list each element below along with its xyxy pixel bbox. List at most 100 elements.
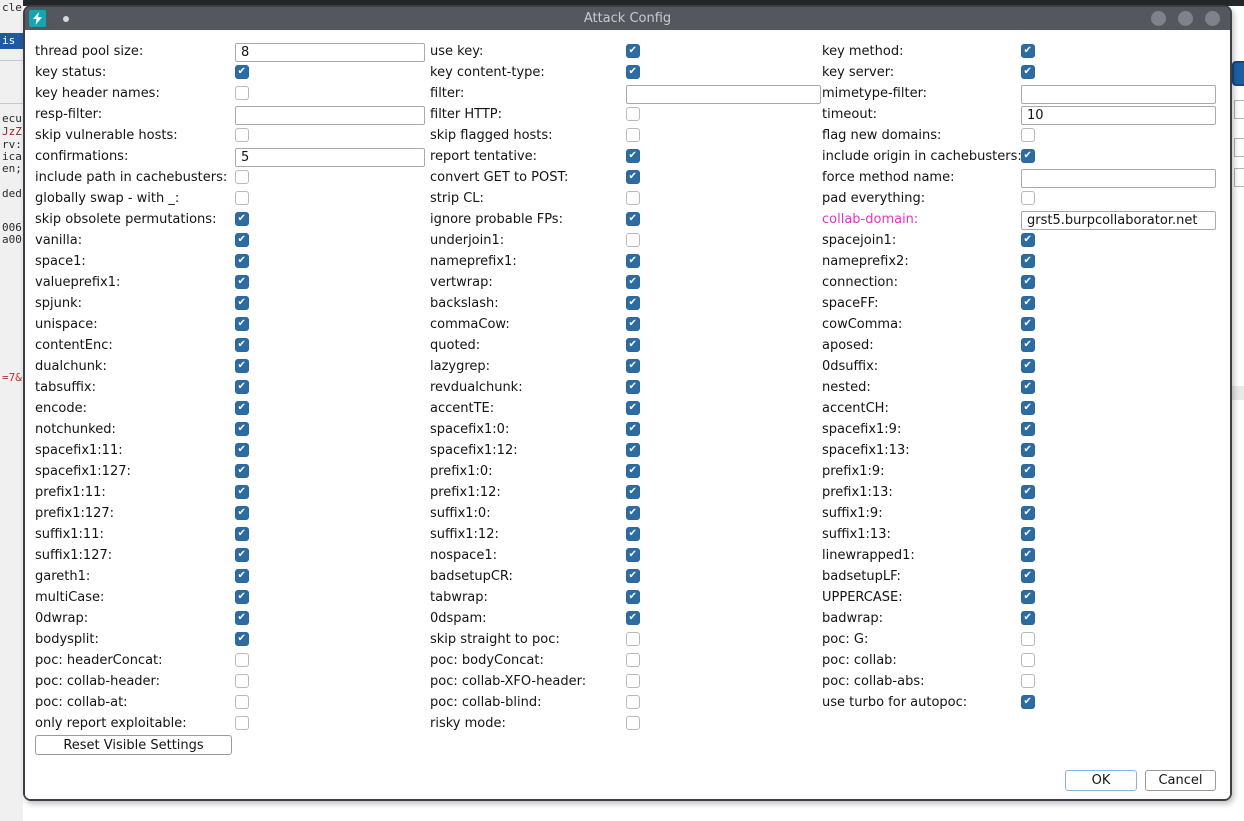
prefix1-0-checkbox[interactable]: [626, 464, 640, 478]
use-turbo-for-autopoc-checkbox[interactable]: [1021, 695, 1035, 709]
ignore-probable-fps-checkbox[interactable]: [626, 212, 640, 226]
poc-collab-checkbox[interactable]: [1021, 653, 1035, 667]
multicase-checkbox[interactable]: [235, 590, 249, 604]
report-tentative-checkbox[interactable]: [626, 149, 640, 163]
prefix1-11-checkbox[interactable]: [235, 485, 249, 499]
badwrap-checkbox[interactable]: [1021, 611, 1035, 625]
prefix1-13-checkbox[interactable]: [1021, 485, 1035, 499]
poc-collab-at-checkbox[interactable]: [235, 695, 249, 709]
ok-button[interactable]: OK: [1065, 770, 1137, 791]
globally-swap-with-checkbox[interactable]: [235, 191, 249, 205]
valueprefix1-checkbox[interactable]: [235, 275, 249, 289]
collab-domain-input[interactable]: [1021, 211, 1216, 230]
poc-collab-xfo-header-checkbox[interactable]: [626, 674, 640, 688]
minimize-button[interactable]: [1151, 11, 1166, 26]
nameprefix1-checkbox[interactable]: [626, 254, 640, 268]
include-origin-in-cachebusters-checkbox[interactable]: [1021, 149, 1035, 163]
resp-filter-input[interactable]: [235, 106, 425, 125]
reset-visible-settings-button[interactable]: Reset Visible Settings: [35, 735, 232, 755]
skip-obsolete-permutations-checkbox[interactable]: [235, 212, 249, 226]
suffix1-13-checkbox[interactable]: [1021, 527, 1035, 541]
include-path-in-cachebusters-checkbox[interactable]: [235, 170, 249, 184]
maximize-button[interactable]: [1178, 11, 1193, 26]
skip-flagged-hosts-checkbox[interactable]: [626, 128, 640, 142]
gareth1-checkbox[interactable]: [235, 569, 249, 583]
mimetype-filter-input[interactable]: [1021, 85, 1216, 104]
key-method-checkbox[interactable]: [1021, 44, 1035, 58]
strip-cl-checkbox[interactable]: [626, 191, 640, 205]
badsetupcr-checkbox[interactable]: [626, 569, 640, 583]
accentch-checkbox[interactable]: [1021, 401, 1035, 415]
key-server-checkbox[interactable]: [1021, 65, 1035, 79]
prefix1-9-checkbox[interactable]: [1021, 464, 1035, 478]
linewrapped1-checkbox[interactable]: [1021, 548, 1035, 562]
key-header-names-checkbox[interactable]: [235, 86, 249, 100]
space1-checkbox[interactable]: [235, 254, 249, 268]
suffix1-9-checkbox[interactable]: [1021, 506, 1035, 520]
only-report-exploitable-checkbox[interactable]: [235, 716, 249, 730]
spaceff-checkbox[interactable]: [1021, 296, 1035, 310]
encode-checkbox[interactable]: [235, 401, 249, 415]
key-content-type-checkbox[interactable]: [626, 65, 640, 79]
notchunked-checkbox[interactable]: [235, 422, 249, 436]
convert-get-to-post-checkbox[interactable]: [626, 170, 640, 184]
nested-checkbox[interactable]: [1021, 380, 1035, 394]
aposed-checkbox[interactable]: [1021, 338, 1035, 352]
0dsuffix-checkbox[interactable]: [1021, 359, 1035, 373]
spacefix1-13-checkbox[interactable]: [1021, 443, 1035, 457]
lazygrep-checkbox[interactable]: [626, 359, 640, 373]
revdualchunk-checkbox[interactable]: [626, 380, 640, 394]
poc-collab-abs-checkbox[interactable]: [1021, 674, 1035, 688]
prefix1-12-checkbox[interactable]: [626, 485, 640, 499]
pad-everything-checkbox[interactable]: [1021, 191, 1035, 205]
prefix1-127-checkbox[interactable]: [235, 506, 249, 520]
suffix1-127-checkbox[interactable]: [235, 548, 249, 562]
nameprefix2-checkbox[interactable]: [1021, 254, 1035, 268]
0dwrap-checkbox[interactable]: [235, 611, 249, 625]
thread-pool-size-input[interactable]: [235, 43, 425, 62]
tabwrap-checkbox[interactable]: [626, 590, 640, 604]
spacejoin1-checkbox[interactable]: [1021, 233, 1035, 247]
confirmations-input[interactable]: [235, 148, 425, 167]
close-button[interactable]: [1205, 11, 1220, 26]
filter-input[interactable]: [626, 85, 821, 104]
suffix1-12-checkbox[interactable]: [626, 527, 640, 541]
quoted-checkbox[interactable]: [626, 338, 640, 352]
unispace-checkbox[interactable]: [235, 317, 249, 331]
suffix1-11-checkbox[interactable]: [235, 527, 249, 541]
commacow-checkbox[interactable]: [626, 317, 640, 331]
key-status-checkbox[interactable]: [235, 65, 249, 79]
connection-checkbox[interactable]: [1021, 275, 1035, 289]
vertwrap-checkbox[interactable]: [626, 275, 640, 289]
filter-http-checkbox[interactable]: [626, 107, 640, 121]
poc-g-checkbox[interactable]: [1021, 632, 1035, 646]
flag-new-domains-checkbox[interactable]: [1021, 128, 1035, 142]
accentte-checkbox[interactable]: [626, 401, 640, 415]
spacefix1-0-checkbox[interactable]: [626, 422, 640, 436]
cowcomma-checkbox[interactable]: [1021, 317, 1035, 331]
poc-collab-header-checkbox[interactable]: [235, 674, 249, 688]
contentenc-checkbox[interactable]: [235, 338, 249, 352]
use-key-checkbox[interactable]: [626, 44, 640, 58]
poc-headerconcat-checkbox[interactable]: [235, 653, 249, 667]
bodysplit-checkbox[interactable]: [235, 632, 249, 646]
poc-collab-blind-checkbox[interactable]: [626, 695, 640, 709]
underjoin1-checkbox[interactable]: [626, 233, 640, 247]
vanilla-checkbox[interactable]: [235, 233, 249, 247]
spacefix1-127-checkbox[interactable]: [235, 464, 249, 478]
spacefix1-9-checkbox[interactable]: [1021, 422, 1035, 436]
spacefix1-11-checkbox[interactable]: [235, 443, 249, 457]
timeout-input[interactable]: [1021, 106, 1216, 125]
cancel-button[interactable]: Cancel: [1145, 770, 1216, 791]
skip-straight-to-poc-checkbox[interactable]: [626, 632, 640, 646]
spacefix1-12-checkbox[interactable]: [626, 443, 640, 457]
force-method-name-input[interactable]: [1021, 169, 1216, 188]
poc-bodyconcat-checkbox[interactable]: [626, 653, 640, 667]
badsetuplf-checkbox[interactable]: [1021, 569, 1035, 583]
uppercase-checkbox[interactable]: [1021, 590, 1035, 604]
nospace1-checkbox[interactable]: [626, 548, 640, 562]
backslash-checkbox[interactable]: [626, 296, 640, 310]
title-bar[interactable]: Attack Config: [25, 7, 1230, 30]
spjunk-checkbox[interactable]: [235, 296, 249, 310]
dualchunk-checkbox[interactable]: [235, 359, 249, 373]
